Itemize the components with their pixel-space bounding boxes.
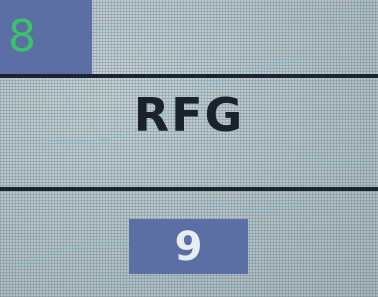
- top-indicator-box: 8: [0, 0, 92, 74]
- value-display-number: 9: [174, 223, 203, 270]
- top-indicator-value: 8: [8, 11, 37, 62]
- value-display-box: 9: [129, 219, 248, 274]
- lcd-screen: 8 RFG 9: [0, 0, 378, 297]
- top-divider: [0, 74, 378, 78]
- bottom-divider: [0, 187, 378, 191]
- screen-title: RFG: [133, 88, 245, 142]
